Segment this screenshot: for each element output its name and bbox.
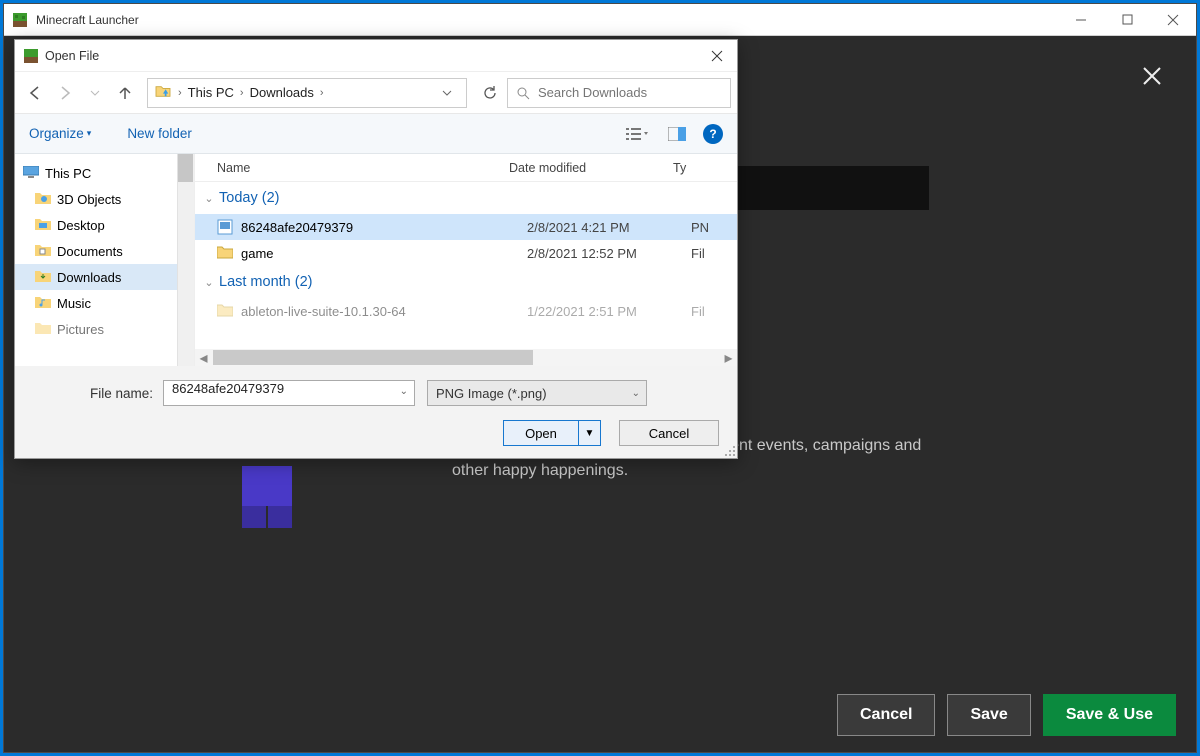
titlebar: Minecraft Launcher [4,4,1196,36]
folder-icon [35,322,51,336]
back-button[interactable] [21,79,49,107]
col-name[interactable]: Name [217,161,509,175]
chevron-down-icon[interactable] [442,88,466,98]
view-options-button[interactable] [623,122,651,146]
folder-icon [35,270,51,284]
file-type-filter[interactable]: PNG Image (*.png) ⌄ [427,380,647,406]
dialog-cancel-button[interactable]: Cancel [619,420,719,446]
scroll-right-icon[interactable]: ▸ [720,349,737,366]
col-type[interactable]: Ty [673,161,737,175]
folder-icon [35,192,51,206]
tree-pictures[interactable]: Pictures [15,316,194,342]
folder-icon [154,84,172,102]
window-title: Minecraft Launcher [36,13,1058,27]
search-input[interactable] [538,85,722,100]
avatar [219,466,315,556]
cancel-button[interactable]: Cancel [837,694,935,736]
image-file-icon [217,219,233,235]
chevron-right-icon[interactable]: › [318,87,326,99]
resize-grip[interactable] [723,444,735,456]
tree-music[interactable]: Music [15,290,194,316]
search-icon [516,86,530,100]
file-list: Name Date modified Ty ⌄ Today (2) 86248a… [195,154,737,366]
pc-icon [23,166,39,180]
new-folder-button[interactable]: New folder [127,126,192,141]
search-box[interactable] [507,78,731,108]
dialog-toolbar: Organize ▾ New folder ? [15,114,737,154]
dialog-body: This PC 3D Objects Desktop Documents Dow… [15,154,737,366]
help-button[interactable]: ? [703,124,723,144]
folder-icon [35,218,51,232]
tree-this-pc[interactable]: This PC [15,160,194,186]
dialog-title: Open File [45,49,697,63]
dialog-footer: File name: 86248afe20479379 ⌄ PNG Image … [15,366,737,458]
organize-menu[interactable]: Organize ▾ [29,126,91,141]
tree-documents[interactable]: Documents [15,238,194,264]
open-file-dialog: Open File › This PC › Downloads › [14,39,738,459]
chevron-down-icon: ⌄ [632,388,640,399]
open-dropdown-button[interactable]: ▼ [579,420,601,446]
chevron-right-icon[interactable]: › [176,87,184,99]
close-icon[interactable] [1136,60,1168,92]
chevron-down-icon[interactable]: ⌄ [400,386,408,397]
dialog-titlebar: Open File [15,40,737,72]
minimize-button[interactable] [1058,4,1104,36]
folder-icon [217,245,233,261]
recent-dropdown[interactable] [81,79,109,107]
file-row[interactable]: ableton-live-suite-10.1.30-64 1/22/2021 … [195,298,737,324]
filename-input[interactable]: 86248afe20479379 ⌄ [163,380,415,406]
dialog-navbar: › This PC › Downloads › [15,72,737,114]
horizontal-scrollbar[interactable]: ◂ ▸ [195,349,737,366]
forward-button[interactable] [51,79,79,107]
breadcrumb-downloads[interactable]: Downloads [246,85,318,100]
column-headers: Name Date modified Ty [195,154,737,182]
tree-scrollbar[interactable] [177,154,194,366]
window-controls [1058,4,1196,36]
group-today[interactable]: ⌄ Today (2) [195,182,737,214]
up-button[interactable] [111,79,139,107]
tree-desktop[interactable]: Desktop [15,212,194,238]
breadcrumb[interactable]: › This PC › Downloads › [147,78,467,108]
folder-icon [35,296,51,310]
group-last-month[interactable]: ⌄ Last month (2) [195,266,737,298]
bottom-bar: Cancel Save Save & Use [837,694,1176,736]
col-date-modified[interactable]: Date modified [509,161,673,175]
scroll-left-icon[interactable]: ◂ [195,349,212,366]
app-icon [12,12,28,28]
save-button[interactable]: Save [947,694,1030,736]
maximize-button[interactable] [1104,4,1150,36]
chevron-right-icon[interactable]: › [238,87,246,99]
close-button[interactable] [1150,4,1196,36]
dialog-close-button[interactable] [697,41,737,71]
tree-downloads[interactable]: Downloads [15,264,194,290]
tree-3d-objects[interactable]: 3D Objects [15,186,194,212]
breadcrumb-this-pc[interactable]: This PC [184,85,238,100]
chevron-down-icon: ▾ [87,128,92,139]
folder-icon [35,244,51,258]
save-and-use-button[interactable]: Save & Use [1043,694,1176,736]
file-row[interactable]: 86248afe20479379 2/8/2021 4:21 PM PN [195,214,737,240]
refresh-button[interactable] [475,78,505,108]
app-icon [23,48,39,64]
preview-pane-button[interactable] [663,122,691,146]
nav-tree: This PC 3D Objects Desktop Documents Dow… [15,154,195,366]
filename-label: File name: [33,386,153,401]
chevron-down-icon: ⌄ [199,276,219,289]
chevron-down-icon: ⌄ [199,192,219,205]
folder-icon [217,303,233,319]
file-row[interactable]: game 2/8/2021 12:52 PM Fil [195,240,737,266]
open-button[interactable]: Open [503,420,579,446]
